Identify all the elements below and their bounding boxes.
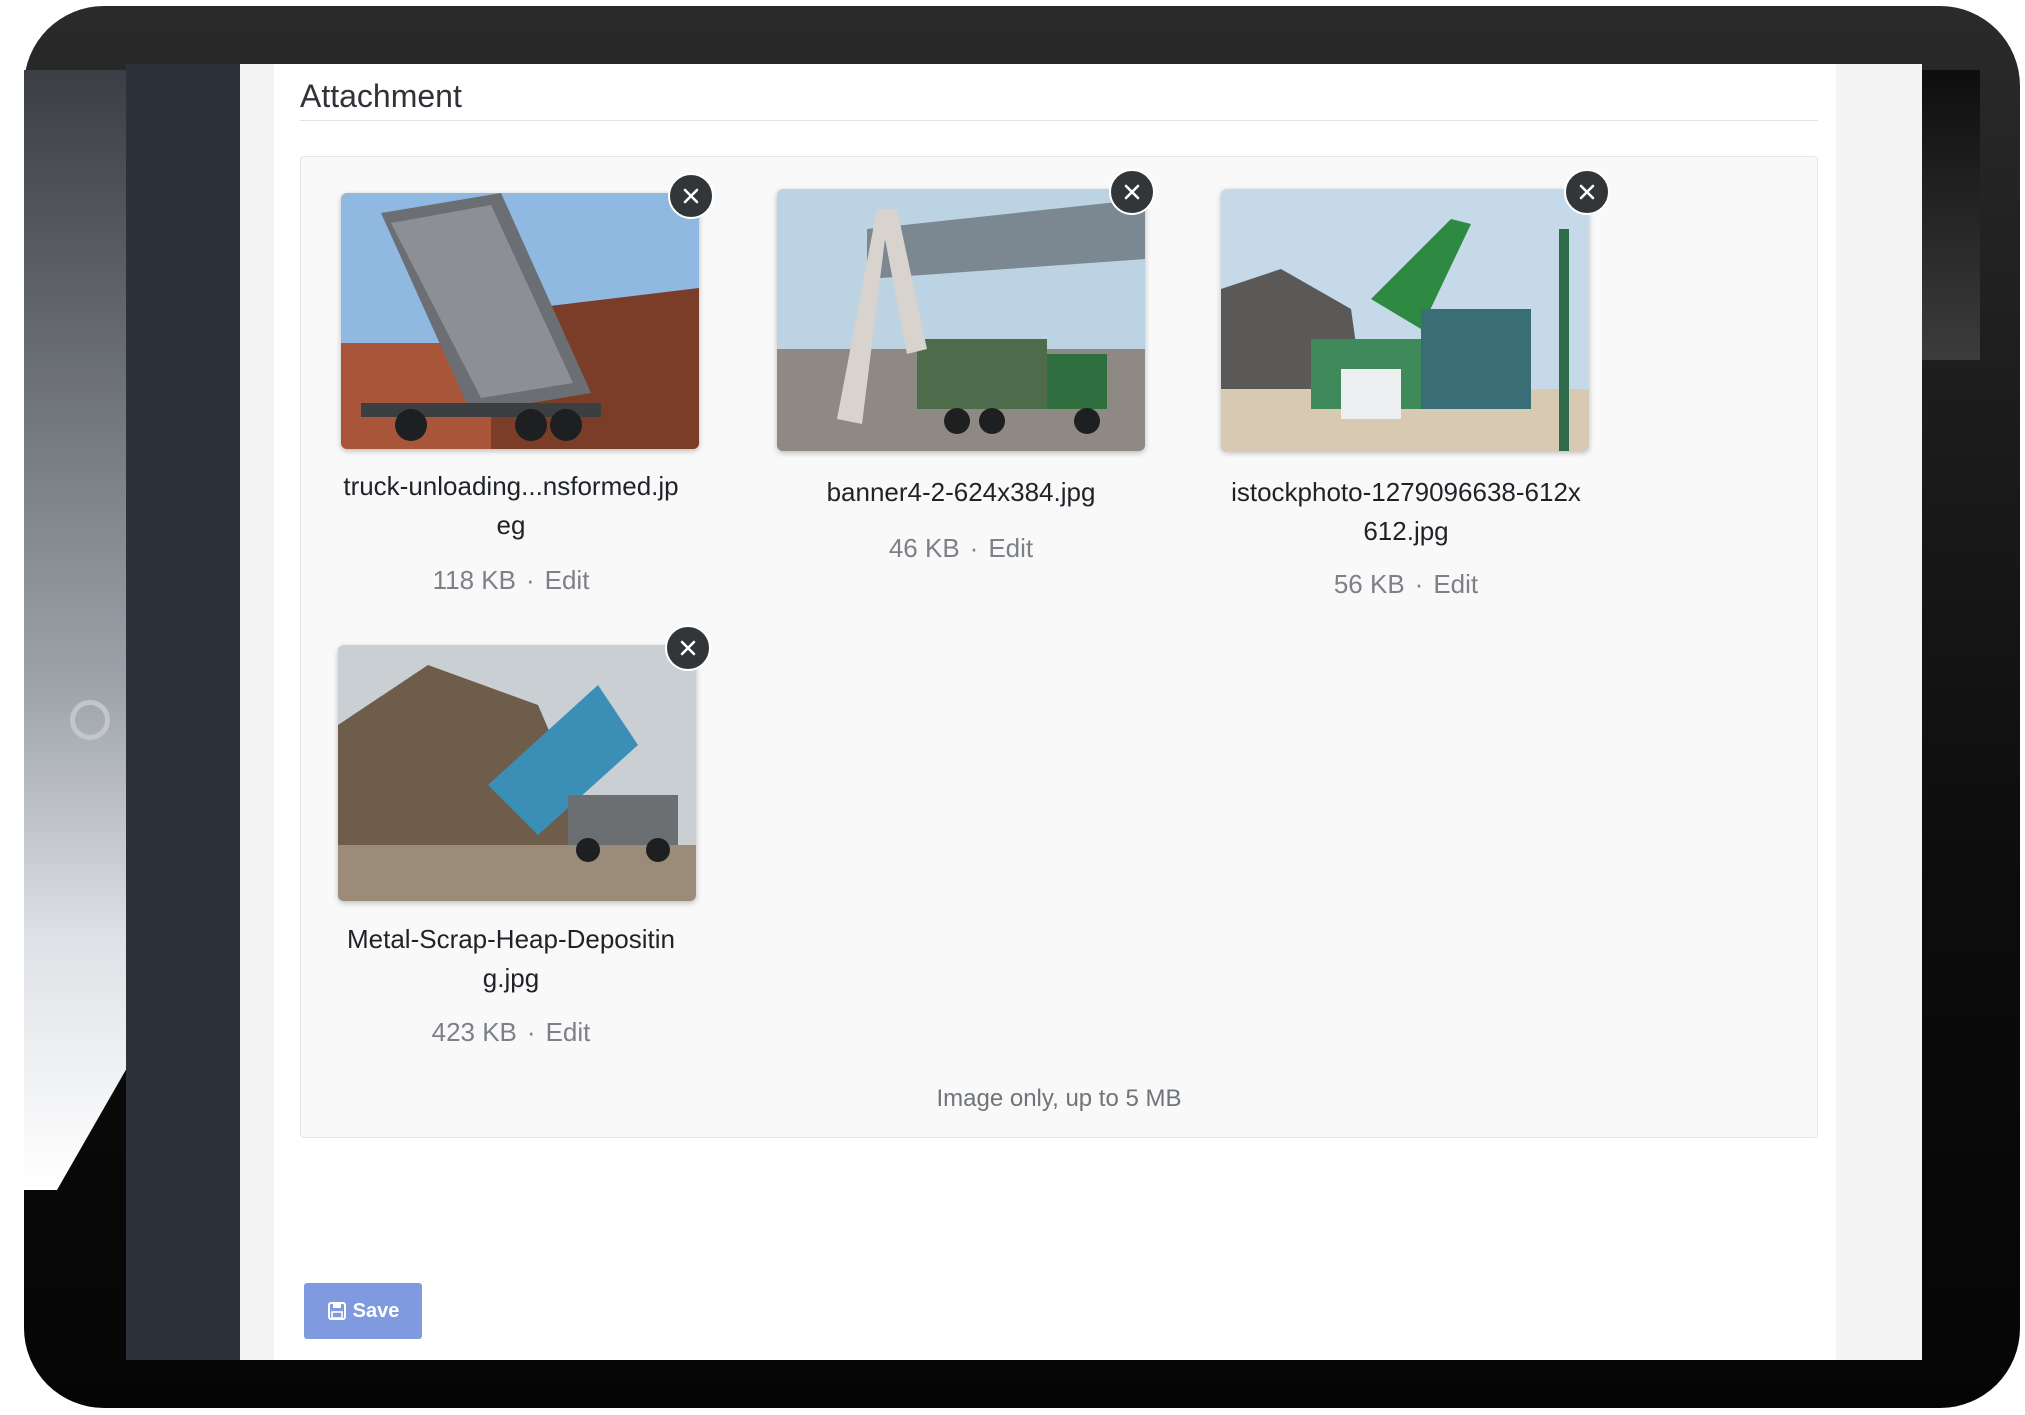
frame-reflection (24, 70, 134, 1190)
file-name: banner4-2-624x384.jpg (826, 477, 1096, 507)
file-card: istockphoto-1279096638-612x612.jpg 56 KB… (1181, 157, 1610, 617)
file-size: 46 KB (888, 533, 960, 563)
remove-file-button[interactable] (668, 173, 714, 219)
divider (300, 120, 1818, 121)
close-icon (1579, 184, 1595, 200)
meta-separator: · (1414, 569, 1424, 599)
meta-separator: · (526, 1017, 536, 1047)
file-thumbnail[interactable] (777, 189, 1145, 451)
edit-file-link[interactable]: Edit (545, 565, 590, 595)
close-icon (683, 188, 699, 204)
file-name: istockphoto-1279096638-612x612.jpg (1231, 477, 1581, 546)
file-thumbnail[interactable] (341, 193, 699, 449)
sidebar (126, 64, 240, 1360)
camera-icon (70, 700, 110, 740)
floppy-disk-icon (327, 1302, 346, 1320)
upload-hint: Image only, up to 5 MB (936, 1085, 1182, 1112)
file-meta: 46 KB · Edit (761, 533, 1161, 564)
file-card: Metal-Scrap-Heap-Depositing.jpg 423 KB · E… (301, 617, 721, 1057)
file-size: 56 KB (1333, 569, 1405, 599)
edit-file-link[interactable]: Edit (988, 533, 1033, 563)
file-thumbnail[interactable] (338, 645, 696, 901)
remove-file-button[interactable] (1564, 169, 1610, 215)
close-icon (1124, 184, 1140, 200)
file-meta: 423 KB · Edit (341, 1017, 681, 1048)
meta-separator: · (525, 565, 535, 595)
file-meta: 56 KB · Edit (1231, 569, 1581, 600)
section-title: Attachment (300, 78, 462, 114)
remove-file-button[interactable] (665, 625, 711, 671)
file-meta: 118 KB · Edit (341, 565, 681, 596)
edit-file-link[interactable]: Edit (1433, 569, 1478, 599)
file-size: 118 KB (432, 565, 516, 595)
edit-file-link[interactable]: Edit (546, 1017, 591, 1047)
file-card: banner4-2-624x384.jpg 46 KB · Edit (741, 157, 1161, 617)
file-name: truck-unloading...nsformed.jpeg (343, 471, 679, 540)
close-icon (680, 640, 696, 656)
save-button-label: Save (352, 1299, 400, 1322)
file-card: truck-unloading...nsformed.jpeg 118 KB · E… (301, 157, 721, 617)
save-button[interactable]: Save (304, 1283, 422, 1339)
file-name: Metal-Scrap-Heap-Depositing.jpg (346, 924, 676, 993)
meta-separator: · (969, 533, 979, 563)
frame-edge (1920, 70, 1980, 360)
remove-file-button[interactable] (1109, 169, 1155, 215)
file-thumbnail[interactable] (1221, 189, 1589, 451)
form-panel: Attachment truck-unloading...nsformed.jp… (274, 64, 1836, 1360)
attachment-dropzone[interactable]: truck-unloading...nsformed.jpeg 118 KB · E… (300, 156, 1818, 1138)
screen: Attachment truck-unloading...nsformed.jp… (126, 64, 1922, 1360)
file-size: 423 KB (431, 1017, 517, 1047)
